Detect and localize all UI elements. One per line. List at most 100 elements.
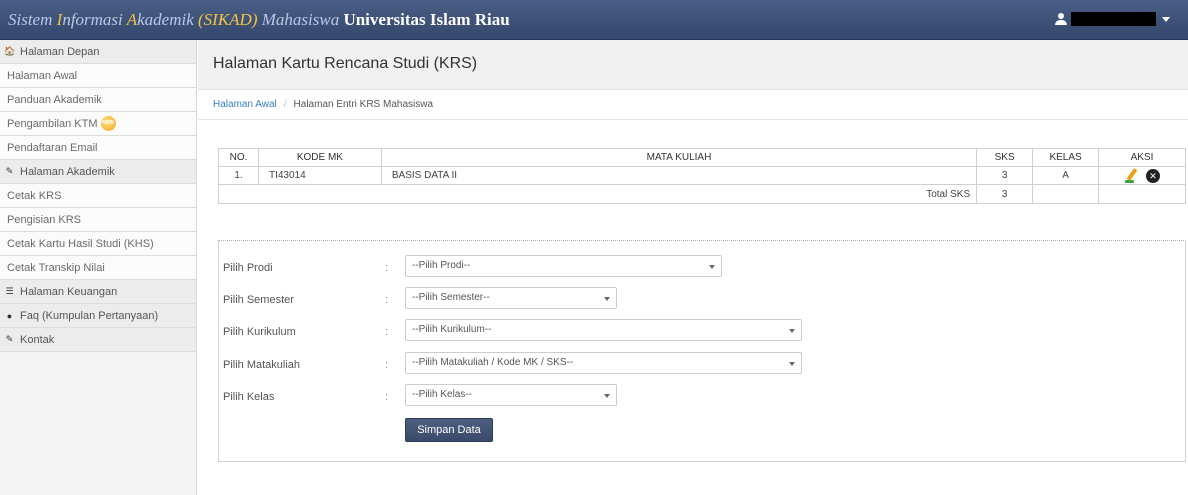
kurikulum-select-value: --Pilih Kurikulum-- bbox=[412, 324, 492, 335]
prodi-select-value: --Pilih Prodi-- bbox=[412, 260, 471, 271]
matakuliah-select[interactable]: --Pilih Matakuliah / Kode MK / SKS-- bbox=[405, 352, 802, 374]
sidebar-item-cetak-transkip-nilai[interactable]: Cetak Transkip Nilai bbox=[0, 256, 196, 280]
app-brand[interactable]: Sistem Informasi Akademik (SIKAD) Mahasi… bbox=[8, 10, 510, 30]
breadcrumb-current: Halaman Entri KRS Mahasiswa bbox=[293, 99, 434, 110]
krs-table: NO. KODE MK MATA KULIAH SKS KELAS AKSI 1… bbox=[217, 148, 1186, 204]
total-sks-label: Total SKS bbox=[217, 184, 978, 204]
sidebar-item-label: Halaman Depan bbox=[20, 45, 100, 58]
brand-text: kademik bbox=[137, 9, 198, 29]
sidebar-item-label: Cetak Transkip Nilai bbox=[7, 261, 105, 274]
column-header-mata-kuliah: MATA KULIAH bbox=[380, 148, 978, 167]
list-icon: ☰ bbox=[5, 286, 14, 296]
sidebar-item-label: Cetak Kartu Hasil Studi (KHS) bbox=[7, 237, 154, 250]
colon: : bbox=[385, 326, 389, 338]
sidebar-item-faq-kumpulan-pertanyaan[interactable]: ● Faq (Kumpulan Pertanyaan) bbox=[0, 304, 196, 328]
table-total-row: Total SKS 3 bbox=[217, 184, 1186, 204]
form-row-kelas: Pilih Kelas : --Pilih Kelas-- bbox=[219, 384, 1185, 408]
sidebar-item-label: Kontak bbox=[20, 333, 55, 346]
colon: : bbox=[385, 294, 389, 306]
colon: : bbox=[385, 359, 389, 371]
home-icon: 🏠 bbox=[4, 46, 16, 56]
sidebar-item-pengisian-krs[interactable]: Pengisian KRS bbox=[0, 208, 196, 232]
matakuliah-select-value: --Pilih Matakuliah / Kode MK / SKS-- bbox=[412, 357, 574, 368]
kurikulum-select[interactable]: --Pilih Kurikulum-- bbox=[405, 319, 802, 341]
page-header: Halaman Kartu Rencana Studi (KRS) bbox=[198, 40, 1188, 90]
page-title: Halaman Kartu Rencana Studi (KRS) bbox=[213, 55, 478, 72]
sidebar-item-label: Halaman Akademik bbox=[20, 165, 115, 178]
user-menu[interactable] bbox=[1055, 12, 1170, 26]
table-header-row: NO. KODE MK MATA KULIAH SKS KELAS AKSI bbox=[218, 148, 1186, 167]
semester-label: Pilih Semester bbox=[223, 294, 294, 306]
prodi-select[interactable]: --Pilih Prodi-- bbox=[405, 255, 722, 277]
sidebar-item-label: Halaman Keuangan bbox=[20, 285, 118, 298]
kelas-select-value: --Pilih Kelas-- bbox=[412, 389, 473, 400]
table-row: 1. TI43014 BASIS DATA II 3 A ✕ bbox=[218, 166, 1186, 185]
sidebar-item-halaman-keuangan[interactable]: ☰ Halaman Keuangan bbox=[0, 280, 196, 304]
cell-kode-mk: TI43014 bbox=[257, 166, 382, 185]
delete-icon[interactable]: ✕ bbox=[1146, 168, 1161, 183]
total-sks-value: 3 bbox=[976, 184, 1034, 204]
chevron-down-icon bbox=[789, 362, 795, 366]
sidebar-item-cetak-kartu-hasil-studi-khs[interactable]: Cetak Kartu Hasil Studi (KHS) bbox=[0, 232, 196, 256]
sidebar-item-label: Halaman Awal bbox=[7, 69, 78, 82]
column-header-sks: SKS bbox=[976, 148, 1034, 167]
cell-aksi: ✕ bbox=[1098, 166, 1186, 185]
brand-text: A bbox=[126, 9, 138, 29]
chevron-down-icon bbox=[1162, 16, 1170, 22]
main-content: Halaman Kartu Rencana Studi (KRS) Halama… bbox=[198, 40, 1188, 495]
sidebar-item-cetak-krs[interactable]: Cetak KRS bbox=[0, 184, 196, 208]
breadcrumb-separator: / bbox=[283, 99, 287, 110]
colon: : bbox=[385, 262, 389, 274]
cell-mata-kuliah: BASIS DATA II bbox=[380, 166, 978, 185]
cell-no: 1. bbox=[218, 166, 259, 185]
breadcrumb-home-link[interactable]: Halaman Awal bbox=[213, 99, 277, 110]
cell-sks: 3 bbox=[976, 166, 1034, 185]
prodi-label: Pilih Prodi bbox=[223, 262, 273, 274]
cell-kelas: A bbox=[1032, 166, 1100, 185]
breadcrumb: Halaman Awal / Halaman Entri KRS Mahasis… bbox=[198, 90, 1188, 120]
book-icon: ✎ bbox=[5, 166, 14, 176]
brand-text: Sistem bbox=[8, 9, 57, 29]
sidebar: 🏠 Halaman Depan Halaman Awal Panduan Akadem… bbox=[0, 40, 197, 495]
kelas-select[interactable]: --Pilih Kelas-- bbox=[405, 384, 617, 406]
form-row-matakuliah: Pilih Matakuliah : --Pilih Matakuliah / … bbox=[219, 352, 1185, 376]
chevron-down-icon bbox=[709, 265, 715, 269]
column-header-aksi: AKSI bbox=[1098, 148, 1186, 167]
sidebar-item-label: Panduan Akademik bbox=[7, 93, 102, 106]
redacted-username bbox=[1071, 12, 1156, 26]
save-data-button[interactable]: Simpan Data bbox=[405, 418, 493, 442]
sidebar-item-halaman-depan[interactable]: 🏠 Halaman Depan bbox=[0, 40, 196, 64]
brand-highlight: (SIKAD) bbox=[198, 9, 258, 29]
sidebar-item-label: Pendaftaran Email bbox=[7, 141, 98, 154]
column-header-kode-mk: KODE MK bbox=[257, 148, 382, 167]
edit-pencil-icon[interactable] bbox=[1124, 168, 1140, 184]
brand-university: Universitas Islam Riau bbox=[343, 9, 510, 29]
kelas-label: Pilih Kelas bbox=[223, 391, 275, 403]
sidebar-item-label: Pengambilan KTM bbox=[7, 117, 98, 130]
semester-select[interactable]: --Pilih Semester-- bbox=[405, 287, 617, 309]
comment-icon: ● bbox=[6, 310, 13, 321]
sidebar-item-pengambilan-ktm[interactable]: Pengambilan KTM NEW bbox=[0, 112, 196, 136]
book-icon: ✎ bbox=[5, 334, 14, 344]
sidebar-item-halaman-awal[interactable]: Halaman Awal bbox=[0, 64, 196, 88]
empty-cell bbox=[1032, 184, 1100, 204]
new-badge-icon: NEW bbox=[100, 116, 116, 131]
krs-entry-form: Pilih Prodi : --Pilih Prodi-- Pilih Seme… bbox=[218, 240, 1186, 462]
form-row-kurikulum: Pilih Kurikulum : --Pilih Kurikulum-- bbox=[219, 319, 1185, 343]
top-navbar: Sistem Informasi Akademik (SIKAD) Mahasi… bbox=[0, 0, 1188, 40]
sidebar-item-halaman-akademik[interactable]: ✎ Halaman Akademik bbox=[0, 160, 196, 184]
semester-select-value: --Pilih Semester-- bbox=[412, 292, 490, 303]
user-icon bbox=[1055, 13, 1067, 25]
form-row-semester: Pilih Semester : --Pilih Semester-- bbox=[219, 287, 1185, 311]
chevron-down-icon bbox=[789, 329, 795, 333]
column-header-no: NO. bbox=[218, 148, 259, 167]
chevron-down-icon bbox=[604, 297, 610, 301]
sidebar-item-panduan-akademik[interactable]: Panduan Akademik bbox=[0, 88, 196, 112]
kurikulum-label: Pilih Kurikulum bbox=[223, 326, 296, 338]
form-row-prodi: Pilih Prodi : --Pilih Prodi-- bbox=[219, 255, 1185, 279]
sidebar-item-pendaftaran-email[interactable]: Pendaftaran Email bbox=[0, 136, 196, 160]
brand-text: nformasi bbox=[62, 9, 127, 29]
matakuliah-label: Pilih Matakuliah bbox=[223, 359, 301, 371]
sidebar-item-label: Cetak KRS bbox=[7, 189, 62, 202]
sidebar-item-kontak[interactable]: ✎ Kontak bbox=[0, 328, 196, 352]
